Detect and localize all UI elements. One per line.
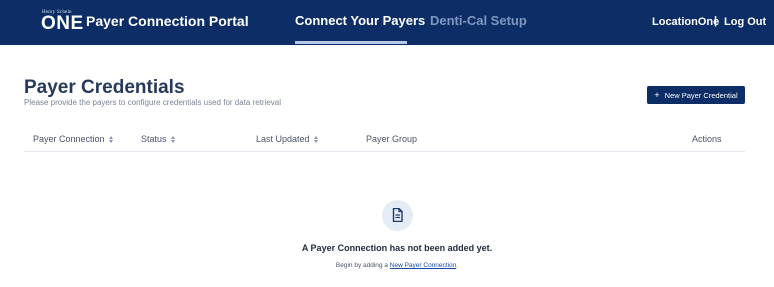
column-header-payer-group: Payer Group [366,134,417,144]
new-payer-credential-label: New Payer Credential [664,90,738,100]
column-header-status[interactable]: Status [141,134,175,144]
new-payer-connection-link[interactable]: New Payer Connection [390,262,456,269]
empty-state-hint-suffix: . [456,262,459,269]
location-selector[interactable]: LocationOne [652,16,719,28]
top-nav-bar: Henry Schein ONE Payer Connection Portal… [0,0,774,45]
brand-logo[interactable]: Henry Schein ONE [40,10,84,34]
app-title: Payer Connection Portal [86,13,249,29]
column-label: Actions [692,134,722,144]
empty-state-title: A Payer Connection has not been added ye… [301,243,493,253]
active-tab-indicator [295,41,407,44]
page-title: Payer Credentials [24,77,185,98]
sort-icon [313,135,318,143]
tab-denti-cal-setup[interactable]: Denti-Cal Setup [430,13,527,28]
table-header-divider [24,151,745,152]
document-icon [392,208,403,222]
brand-mark: ONE [41,13,84,34]
column-label: Payer Connection [33,134,105,144]
column-header-actions: Actions [692,134,722,144]
column-header-payer-connection[interactable]: Payer Connection [33,134,113,144]
column-header-last-updated[interactable]: Last Updated [256,134,318,144]
new-payer-credential-button[interactable]: + New Payer Credential [647,86,745,104]
column-label: Status [141,134,167,144]
plus-icon: + [654,89,660,100]
empty-state-icon-badge [382,200,413,231]
header-separator: | [714,15,718,27]
sort-icon [108,135,113,143]
empty-state-hint-prefix: Begin by adding a [335,262,390,269]
sort-icon [170,135,175,143]
column-label: Payer Group [366,134,418,144]
logout-link[interactable]: Log Out [724,16,766,28]
column-label: Last Updated [256,134,310,144]
empty-state-hint: Begin by adding a New Payer Connection. [0,262,774,269]
tab-connect-your-payers[interactable]: Connect Your Payers [295,13,425,28]
page-subtitle: Please provide the payers to configure c… [24,98,282,107]
